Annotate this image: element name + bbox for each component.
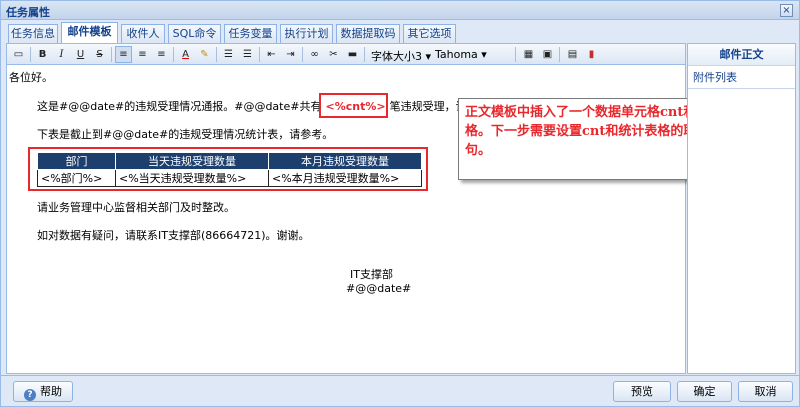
dialog-footer: ? 帮助 预览 确定 取消 — [1, 375, 799, 406]
tab-recipients[interactable]: 收件人 — [121, 24, 165, 43]
toolbar-separator — [515, 47, 516, 62]
tab-other-options[interactable]: 其它选项 — [403, 24, 456, 43]
cnt-highlight-box — [319, 93, 388, 118]
image-icon[interactable]: ▣ — [539, 46, 556, 63]
toolbar-separator — [259, 47, 260, 62]
tab-task-info[interactable]: 任务信息 — [8, 24, 58, 43]
toolbar-separator — [364, 47, 365, 62]
toolbar-separator — [111, 47, 112, 62]
tab-data-extract-code[interactable]: 数据提取码 — [336, 24, 400, 43]
font-name-select[interactable]: Tahoma ▾ — [435, 48, 487, 61]
tab-mail-template[interactable]: 邮件模板 — [61, 22, 118, 43]
toolbar-separator — [216, 47, 217, 62]
toolbar-separator — [173, 47, 174, 62]
paragraph-2: 下表是截止到#@@date#的违规受理情况统计表，请参考。 — [37, 128, 334, 141]
font-name-value: Tahoma — [435, 48, 478, 61]
greeting-line: 各位好。 — [9, 71, 53, 84]
toolbar-separator — [30, 47, 31, 62]
ok-button[interactable]: 确定 — [677, 381, 732, 402]
hr-icon[interactable]: ▬ — [344, 46, 361, 63]
preview-button[interactable]: 预览 — [613, 381, 671, 402]
align-right-icon[interactable]: ≡ — [153, 46, 170, 63]
chart-icon[interactable]: ▮ — [583, 46, 600, 63]
tab-task-variables[interactable]: 任务变量 — [224, 24, 277, 43]
bullet-list-icon[interactable]: ☰ — [220, 46, 237, 63]
signature-date: #@@date# — [346, 282, 412, 295]
help-button[interactable]: ? 帮助 — [13, 381, 73, 402]
window-title: 任务属性 — [6, 6, 50, 19]
tab-schedule[interactable]: 执行计划 — [280, 24, 333, 43]
close-icon[interactable]: × — [780, 4, 793, 17]
side-item-attachments[interactable]: 附件列表 — [688, 67, 795, 89]
link-icon[interactable]: ∞ — [306, 46, 323, 63]
editor-toolbar: ▭ B I U S ≡ ≡ ≡ A ✎ ☰ ☰ ⇤ ⇥ ∞ ✂ ▬ 字体大小3 … — [6, 43, 686, 65]
source-icon[interactable]: ▭ — [10, 46, 27, 63]
window-titlebar[interactable]: 任务属性 × — [1, 1, 799, 20]
strikethrough-icon[interactable]: S — [91, 46, 108, 63]
paragraph-1-before: 这是#@@date#的违规受理情况通报。#@@date#共有 — [37, 100, 322, 113]
italic-icon[interactable]: I — [53, 46, 70, 63]
tab-strip: 任务信息 邮件模板 收件人 SQL命令 任务变量 执行计划 数据提取码 其它选项 — [6, 21, 796, 43]
help-icon: ? — [24, 389, 36, 401]
bold-icon[interactable]: B — [34, 46, 51, 63]
font-size-value: 字体大小3 — [371, 50, 422, 63]
paragraph-4: 如对数据有疑问，请联系IT支撑部(86664721)。谢谢。 — [37, 229, 310, 242]
align-left-icon[interactable]: ≡ — [115, 46, 132, 63]
font-size-select[interactable]: 字体大小3 ▾ — [371, 48, 431, 64]
number-list-icon[interactable]: ☰ — [239, 46, 256, 63]
paragraph-3: 请业务管理中心监督相关部门及时整改。 — [37, 201, 235, 214]
tab-sql-command[interactable]: SQL命令 — [168, 24, 221, 43]
toolbar-separator — [559, 47, 560, 62]
side-item-mail-body[interactable]: 邮件正文 — [688, 44, 795, 66]
cancel-button[interactable]: 取消 — [738, 381, 793, 402]
table-icon[interactable]: ▦ — [520, 46, 537, 63]
indent-icon[interactable]: ⇥ — [282, 46, 299, 63]
highlight-icon[interactable]: ✎ — [196, 46, 213, 63]
outdent-icon[interactable]: ⇤ — [263, 46, 280, 63]
table-highlight-box — [28, 147, 428, 191]
task-properties-window: 任务属性 × 任务信息 邮件模板 收件人 SQL命令 任务变量 执行计划 数据提… — [0, 0, 800, 407]
align-center-icon[interactable]: ≡ — [134, 46, 151, 63]
unlink-icon[interactable]: ✂ — [325, 46, 342, 63]
help-label: 帮助 — [40, 385, 62, 398]
side-panel: 邮件正文 附件列表 — [687, 43, 796, 374]
data-cell-icon[interactable]: ▤ — [564, 46, 581, 63]
font-color-icon[interactable]: A — [177, 46, 194, 63]
signature-department: IT支撑部 — [350, 268, 393, 281]
toolbar-separator — [302, 47, 303, 62]
underline-icon[interactable]: U — [72, 46, 89, 63]
